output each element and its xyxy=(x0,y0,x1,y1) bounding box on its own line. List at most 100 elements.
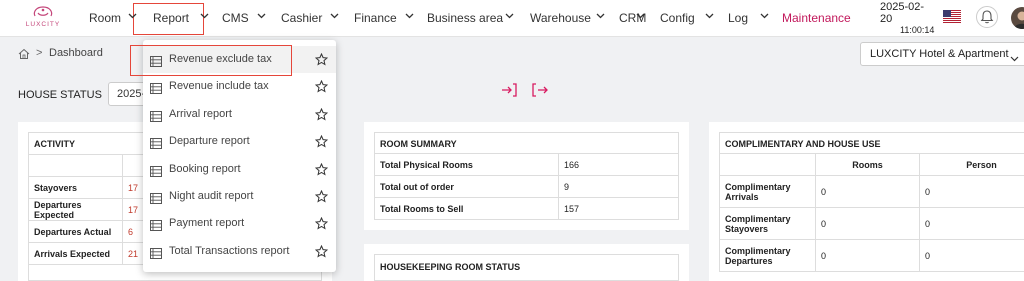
activity-label: Stayovers xyxy=(28,176,123,199)
housekeeping-card: HOUSEKEEPING ROOM STATUS xyxy=(364,244,689,281)
chevron-down-icon xyxy=(1010,50,1019,62)
report-menu-item[interactable]: Total Transactions report xyxy=(143,238,336,265)
nav-item-warehouse[interactable]: Warehouse xyxy=(530,11,591,25)
nav-item-cms[interactable]: CMS xyxy=(222,11,249,25)
chevron-down-icon[interactable] xyxy=(636,11,645,20)
chevron-down-icon[interactable] xyxy=(505,11,514,20)
hotel-select[interactable]: LUXCITY Hotel & Apartment xyxy=(860,42,1024,66)
nav-item-config[interactable]: Config xyxy=(660,11,695,25)
report-list-icon xyxy=(150,246,162,259)
nav-item-room[interactable]: Room xyxy=(89,11,121,25)
housekeeping-title: HOUSEKEEPING ROOM STATUS xyxy=(380,262,521,272)
chevron-down-icon[interactable] xyxy=(200,11,209,20)
date-input-value: 2025- xyxy=(117,88,146,100)
report-menu-item[interactable]: Night audit report xyxy=(143,183,336,210)
report-list-icon xyxy=(150,136,162,150)
report-menu-label: Arrival report xyxy=(169,107,232,120)
chevron-down-icon[interactable] xyxy=(405,11,414,20)
table-row: Total Rooms to Sell 157 xyxy=(374,197,679,220)
col-rooms-header: Rooms xyxy=(815,153,920,176)
top-navbar: LUXCITY 2025-02- 20 11:00:14 Room Report C… xyxy=(0,0,1024,37)
complimentary-person: 0 xyxy=(919,175,1024,208)
chevron-down-icon[interactable] xyxy=(128,11,137,20)
logo-text: LUXCITY xyxy=(25,21,61,28)
report-menu-label: Booking report xyxy=(169,162,241,175)
chevron-down-icon[interactable] xyxy=(257,11,266,20)
report-menu-item[interactable]: Arrival report xyxy=(143,101,336,128)
star-icon[interactable] xyxy=(314,107,329,121)
room-summary-label: Total out of order xyxy=(374,175,559,198)
complimentary-label: Complimentary Arrivals xyxy=(719,175,816,208)
nav-item-report[interactable]: Report xyxy=(153,11,189,25)
activity-label: Arrivals Expected xyxy=(28,242,123,265)
table-row: Complimentary Departures 0 0 xyxy=(719,239,1024,272)
report-menu-label: Payment report xyxy=(169,217,245,230)
report-list-icon xyxy=(150,191,162,204)
hotel-select-value: LUXCITY Hotel & Apartment xyxy=(870,48,1009,60)
home-icon[interactable] xyxy=(18,47,30,59)
report-menu-label: Night audit report xyxy=(169,190,254,202)
nav-item-finance[interactable]: Finance xyxy=(354,11,397,25)
table-row: Complimentary Arrivals 0 0 xyxy=(719,175,1024,208)
table-row xyxy=(374,132,679,154)
complimentary-person: 0 xyxy=(919,239,1024,272)
complimentary-rooms: 0 xyxy=(815,207,920,240)
room-summary-card: ROOM SUMMARY Total Physical Rooms 166 Tot… xyxy=(364,122,689,230)
report-menu-label: Departure report xyxy=(169,135,250,148)
room-summary-table: Total Physical Rooms 166 Total out of ord… xyxy=(374,132,679,220)
table-row xyxy=(719,132,1024,154)
report-menu-label: Revenue include tax xyxy=(169,80,269,93)
room-summary-value: 157 xyxy=(558,197,679,220)
chevron-down-icon[interactable] xyxy=(760,11,769,20)
report-list-icon xyxy=(150,218,162,232)
report-menu-item[interactable]: Booking report xyxy=(143,156,336,183)
room-summary-label: Total Rooms to Sell xyxy=(374,197,559,220)
check-out-icon[interactable] xyxy=(531,82,549,98)
chevron-down-icon[interactable] xyxy=(596,11,605,20)
breadcrumb-separator: > xyxy=(36,47,43,59)
star-icon[interactable] xyxy=(314,52,329,66)
star-icon[interactable] xyxy=(314,217,329,230)
table-row: Complimentary Stayovers 0 0 xyxy=(719,207,1024,240)
us-flag-icon[interactable] xyxy=(943,10,961,23)
table-row: Total Physical Rooms 166 xyxy=(374,153,679,176)
star-icon[interactable] xyxy=(314,162,329,176)
breadcrumb-current: Dashboard xyxy=(49,47,103,59)
chevron-down-icon[interactable] xyxy=(330,11,339,20)
menu-item-highlight-frame xyxy=(130,45,292,76)
report-menu-item[interactable]: Payment report xyxy=(143,210,336,237)
notification-bell-icon[interactable] xyxy=(976,6,998,28)
nav-item-log[interactable]: Log xyxy=(728,11,748,25)
chevron-down-icon[interactable] xyxy=(705,11,714,20)
nav-item-cashier[interactable]: Cashier xyxy=(281,11,322,25)
report-list-icon xyxy=(150,81,162,95)
user-avatar[interactable] xyxy=(1011,7,1024,29)
nav-item-maintenance[interactable]: Maintenance xyxy=(782,11,851,25)
luxcity-logo[interactable]: LUXCITY xyxy=(18,4,68,32)
complimentary-rooms: 0 xyxy=(815,239,920,272)
star-icon[interactable] xyxy=(314,80,329,93)
complimentary-label: Complimentary Departures xyxy=(719,239,816,272)
check-in-icon[interactable] xyxy=(500,82,518,98)
complimentary-rooms: 0 xyxy=(815,175,920,208)
complimentary-card: COMPLIMENTARY AND HOUSE USE Rooms Person… xyxy=(709,122,1024,281)
nav-item-business-area[interactable]: Business area xyxy=(427,11,503,25)
star-icon[interactable] xyxy=(314,244,329,258)
table-row: Total out of order 9 xyxy=(374,175,679,198)
current-time: 11:00:14 xyxy=(900,25,935,35)
complimentary-label: Complimentary Stayovers xyxy=(719,207,816,240)
activity-label: Departures Actual xyxy=(28,220,123,243)
complimentary-person: 0 xyxy=(919,207,1024,240)
report-list-icon xyxy=(150,109,162,122)
col-person-header: Person xyxy=(919,153,1024,176)
star-icon[interactable] xyxy=(314,134,329,148)
table-row: Rooms Person xyxy=(719,153,1024,176)
star-icon[interactable] xyxy=(314,189,329,203)
report-menu-item[interactable]: Departure report xyxy=(143,128,336,155)
report-menu-item[interactable]: Revenue include tax xyxy=(143,73,336,100)
report-menu-label: Total Transactions report xyxy=(169,244,290,257)
room-summary-label: Total Physical Rooms xyxy=(374,153,559,176)
room-summary-value: 9 xyxy=(558,175,679,198)
activity-title: ACTIVITY xyxy=(34,139,76,149)
house-status-label: HOUSE STATUS xyxy=(18,89,102,101)
